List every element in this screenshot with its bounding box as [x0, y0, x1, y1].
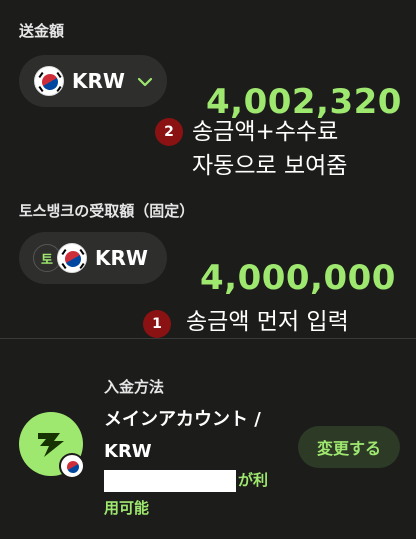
change-payment-method-button[interactable]: 変更する — [298, 426, 400, 468]
payment-method-title: 入金方法 — [104, 378, 165, 396]
payment-available-balance: が利 用可能 — [104, 466, 294, 522]
payment-method-line2: KRW — [104, 441, 152, 462]
section-divider — [0, 338, 416, 339]
annotation-badge-1: 1 — [143, 310, 171, 338]
available-line2: 用可能 — [104, 499, 150, 517]
korea-flag-icon — [34, 66, 64, 96]
annotation-note-2-line1: 송금액+수수료 — [192, 119, 339, 145]
send-currency-selector[interactable]: KRW — [19, 55, 167, 107]
send-amount-label: 送金額 — [19, 22, 65, 40]
annotation-note-2-line2: 자동으로 보여줌 — [192, 153, 348, 179]
korea-flag-icon — [59, 453, 85, 479]
receive-currency-code: KRW — [95, 246, 148, 270]
payment-method-line1: メインアカウント / — [104, 409, 261, 430]
redacted-balance — [104, 469, 236, 492]
annotation-note-1: 송금액 먼저 입력 — [186, 309, 349, 335]
receive-amount-value[interactable]: 4,000,000 — [200, 258, 396, 298]
send-currency-code: KRW — [72, 69, 125, 93]
receive-currency-display: 토 KRW — [19, 232, 167, 284]
annotation-badge-2: 2 — [155, 118, 183, 146]
payment-method-name: メインアカウント / KRW — [104, 404, 294, 468]
available-suffix: が利 — [238, 471, 269, 489]
receive-amount-label: 토스뱅크の受取額（固定） — [19, 202, 195, 220]
chevron-down-icon — [137, 72, 153, 91]
korea-flag-icon — [57, 243, 87, 273]
